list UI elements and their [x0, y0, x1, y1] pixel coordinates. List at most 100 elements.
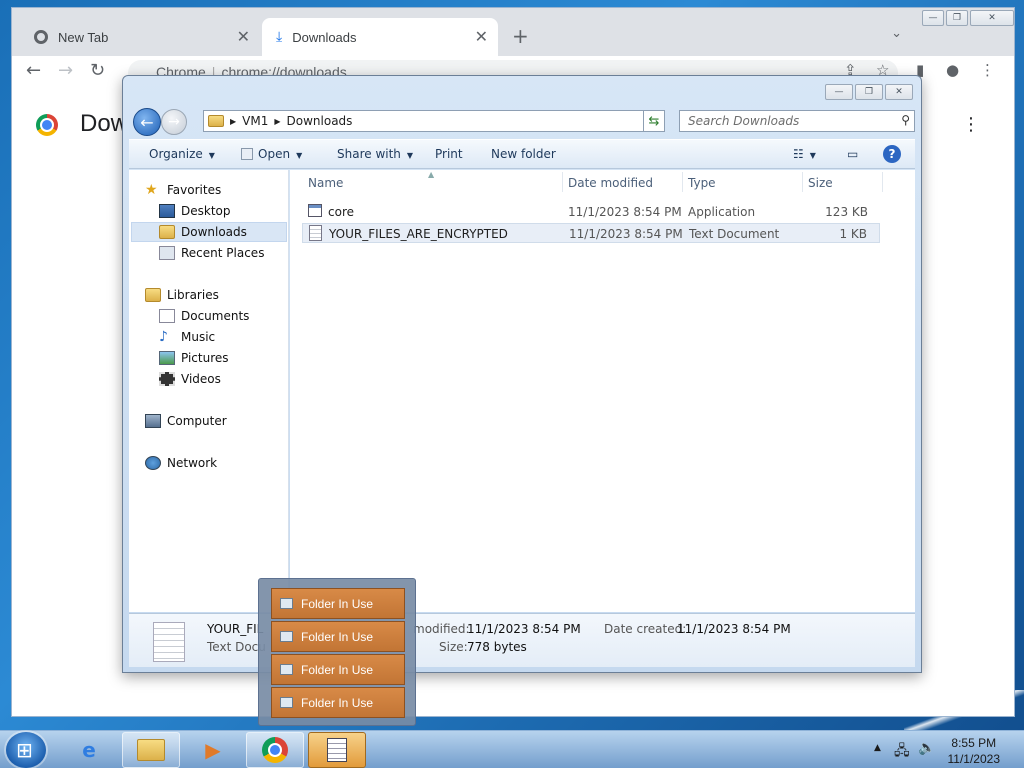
start-button[interactable] [6, 732, 46, 768]
chrome-tabstrip: New Tab ✕ ⤓ Downloads ✕ + ⌄ — ❐ ✕ [12, 8, 1014, 56]
nav-computer[interactable]: Computer [145, 411, 227, 431]
nav-downloads[interactable]: Downloads [159, 222, 247, 242]
videos-icon [159, 372, 175, 386]
details-modified-label: modified: [413, 622, 470, 636]
window-list-item[interactable]: Folder In Use [271, 654, 405, 685]
preview-pane-icon[interactable]: ▭ [847, 147, 858, 161]
minimize-button[interactable]: — [922, 10, 944, 26]
nav-network[interactable]: Network [145, 453, 217, 473]
file-list: ▲ Name Date modified Type Size core 11/1… [290, 170, 915, 612]
volume-muted-icon[interactable]: 🔈 [918, 740, 935, 756]
table-row[interactable]: YOUR_FILES_ARE_ENCRYPTED 11/1/2023 8:54 … [302, 223, 880, 243]
media-player-icon[interactable]: ▶ [184, 732, 242, 768]
back-button[interactable]: ← [133, 108, 161, 136]
close-icon[interactable]: ✕ [237, 27, 250, 46]
taskbar: e ▶ ▲ 🖧 🔈 8:55 PM 11/1/2023 [0, 730, 1024, 768]
print-button[interactable]: Print [435, 147, 463, 161]
text-document-icon [309, 225, 322, 241]
windows-explorer-icon[interactable] [122, 732, 180, 768]
nav-videos[interactable]: Videos [159, 369, 221, 389]
chevron-down-icon[interactable]: ⌄ [891, 26, 902, 41]
organize-button[interactable]: Organize ▼ [149, 147, 215, 161]
folder-icon [208, 115, 224, 127]
nav-desktop[interactable]: Desktop [159, 201, 231, 221]
nav-libraries[interactable]: Libraries [145, 285, 219, 305]
breadcrumb-item[interactable]: Downloads [287, 114, 353, 128]
file-type: Application [688, 205, 756, 219]
maximize-button[interactable]: ❐ [946, 10, 968, 26]
column-header-size[interactable]: Size [808, 176, 833, 190]
documents-icon [159, 309, 175, 323]
star-icon: ★ [145, 182, 158, 198]
open-file-icon [241, 148, 253, 160]
nav-recent-places[interactable]: Recent Places [159, 243, 264, 263]
music-icon: ♪ [159, 329, 168, 345]
window-list-item[interactable]: Folder In Use [271, 687, 405, 718]
window-list-item[interactable]: Folder In Use [271, 621, 405, 652]
maximize-button[interactable]: ❐ [855, 84, 883, 100]
details-created-value: 11/1/2023 8:54 PM [677, 622, 791, 636]
taskbar-window-list: Folder In Use Folder In Use Folder In Us… [258, 578, 416, 726]
column-header-name[interactable]: Name [308, 176, 343, 190]
recent-places-icon [159, 246, 175, 260]
column-header-date-modified[interactable]: Date modified [568, 176, 653, 190]
chrome-logo-icon [36, 114, 58, 136]
computer-icon [145, 414, 161, 428]
tab-label: New Tab [58, 29, 109, 45]
new-folder-button[interactable]: New folder [491, 147, 556, 161]
file-size: 123 KB [825, 205, 868, 219]
chevron-right-icon[interactable]: ▶ [274, 117, 280, 126]
refresh-button[interactable]: ⇆ [643, 110, 665, 132]
desktop-icon [159, 204, 175, 218]
file-name: core [328, 205, 354, 219]
network-tray-icon[interactable]: 🖧 [894, 740, 910, 764]
more-options-icon[interactable]: ⋮ [962, 114, 980, 135]
menu-icon[interactable]: ⋮ [980, 61, 995, 79]
window-list-item[interactable]: Folder In Use [271, 588, 405, 619]
close-button[interactable]: ✕ [970, 10, 1014, 26]
details-pane: YOUR_FIL Text Docu modified: 11/1/2023 8… [129, 613, 915, 667]
search-placeholder: Search Downloads [688, 114, 800, 128]
view-options-icon[interactable]: ☷ ▼ [793, 147, 816, 161]
notepad-icon[interactable] [308, 732, 366, 768]
chevron-right-icon[interactable]: ▶ [230, 117, 236, 126]
help-icon[interactable]: ? [883, 145, 901, 163]
breadcrumb[interactable]: ▶ VM1 ▶ Downloads ▼ [203, 110, 665, 132]
breadcrumb-item[interactable]: VM1 [242, 114, 268, 128]
window-controls: — ❐ ✕ [920, 10, 1014, 26]
internet-explorer-icon[interactable]: e [60, 732, 118, 768]
nav-documents[interactable]: Documents [159, 306, 249, 326]
open-button[interactable]: Open ▼ [241, 147, 302, 161]
download-icon: ⤓ [276, 29, 283, 45]
details-file-name: YOUR_FIL [207, 622, 264, 636]
details-size-value: 778 bytes [467, 640, 527, 654]
profile-icon[interactable]: ● [946, 61, 959, 79]
clock[interactable]: 8:55 PM 11/1/2023 [948, 735, 1001, 767]
nav-pictures[interactable]: Pictures [159, 348, 229, 368]
tab-downloads[interactable]: ⤓ Downloads ✕ [262, 18, 498, 56]
forward-button[interactable]: → [161, 109, 187, 135]
details-size-label: Size: [439, 640, 468, 654]
reload-icon[interactable]: ↻ [90, 60, 105, 81]
pictures-icon [159, 351, 175, 365]
chrome-icon[interactable] [246, 732, 304, 768]
column-header-type[interactable]: Type [688, 176, 716, 190]
close-icon[interactable]: ✕ [475, 27, 488, 46]
forward-arrow-icon[interactable]: → [58, 60, 73, 81]
close-button[interactable]: ✕ [885, 84, 913, 100]
show-hidden-icons-icon[interactable]: ▲ [874, 743, 881, 753]
clock-time: 8:55 PM [951, 736, 997, 750]
share-with-button[interactable]: Share with ▼ [337, 147, 413, 161]
folder-window-icon [280, 598, 293, 609]
address-row: ← → ▶ VM1 ▶ Downloads ▼ ⇆ Search Downloa… [131, 106, 915, 136]
folder-window-icon [280, 664, 293, 675]
nav-music[interactable]: ♪ Music [159, 327, 215, 347]
nav-favorites[interactable]: ★ Favorites [145, 180, 221, 200]
tab-new-tab[interactable]: New Tab ✕ [20, 18, 260, 56]
minimize-button[interactable]: — [825, 84, 853, 100]
table-row[interactable]: core 11/1/2023 8:54 PM Application 123 K… [302, 202, 880, 222]
back-arrow-icon[interactable]: ← [26, 60, 41, 81]
search-icon[interactable]: ⚲ [901, 113, 910, 127]
search-input[interactable]: Search Downloads ⚲ [679, 110, 915, 132]
new-tab-button[interactable]: + [512, 24, 529, 48]
